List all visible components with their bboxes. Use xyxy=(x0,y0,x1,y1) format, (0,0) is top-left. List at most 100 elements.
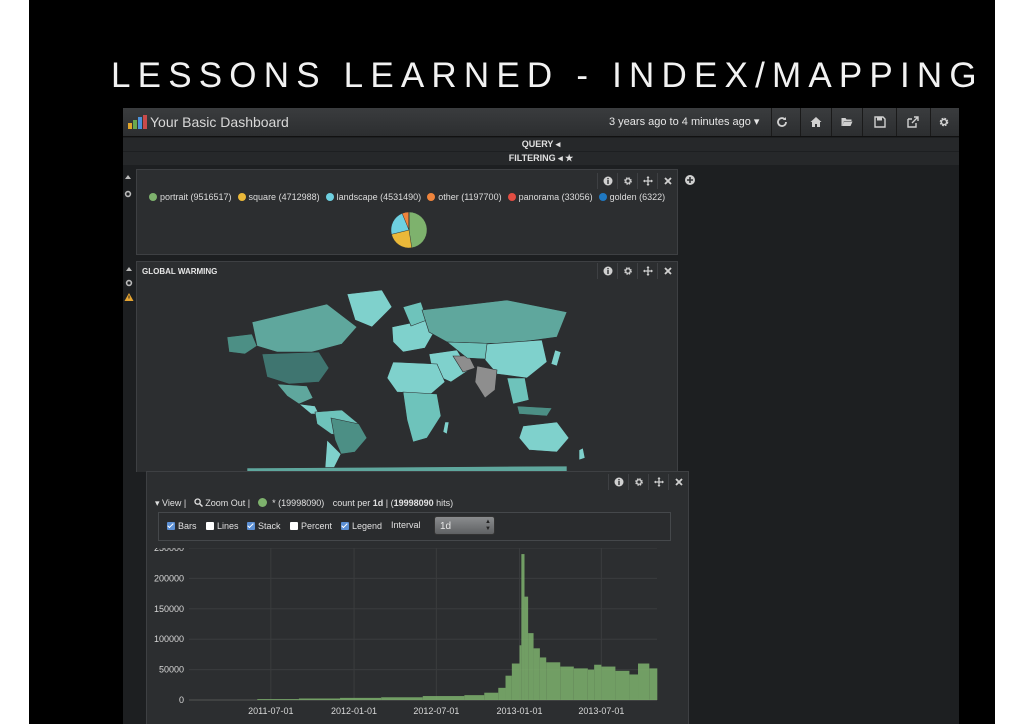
lines-label: Lines xyxy=(217,521,239,531)
save-icon xyxy=(874,116,886,128)
histogram-bar xyxy=(524,596,529,700)
refresh-icon xyxy=(777,117,787,127)
stack-label: Stack xyxy=(258,521,281,531)
bars-option[interactable]: Bars xyxy=(167,521,197,531)
x-tick-label: 2011-07-01 xyxy=(248,706,293,716)
info-button[interactable] xyxy=(597,173,618,189)
y-tick-label: 150000 xyxy=(154,604,184,614)
world-map[interactable] xyxy=(207,282,607,472)
legend-label: Legend xyxy=(352,521,383,531)
configure-button[interactable] xyxy=(628,474,649,490)
legend-label: panorama (33056) xyxy=(518,192,593,202)
histogram-bar xyxy=(298,698,341,700)
configure-button[interactable] xyxy=(617,263,638,279)
histogram-options: Bars Lines Stack Percent Legend Interval… xyxy=(158,512,671,541)
dashboard-title[interactable]: Your Basic Dashboard xyxy=(150,114,289,130)
histogram-bar xyxy=(528,633,534,700)
x-tick-label: 2013-01-01 xyxy=(497,706,543,716)
legend-color-dot xyxy=(507,193,516,201)
slide-title: LESSONS LEARNED - INDEX/MAPPING xyxy=(111,56,984,95)
legend-item[interactable]: landscape (4531490) xyxy=(325,192,421,202)
stack-option[interactable]: Stack xyxy=(247,521,281,531)
share-button[interactable] xyxy=(903,113,923,131)
info-button[interactable] xyxy=(608,474,629,490)
panel-toolbar xyxy=(608,474,688,490)
map-region-africa-south xyxy=(402,391,442,443)
legend-item[interactable]: golden (6322) xyxy=(598,192,666,202)
percent-checkbox[interactable] xyxy=(290,522,298,530)
map-region-southeast-asia xyxy=(506,377,530,405)
add-panel-button[interactable] xyxy=(684,173,696,185)
lines-checkbox[interactable] xyxy=(206,522,214,530)
home-button[interactable] xyxy=(806,113,826,131)
close-button[interactable] xyxy=(668,474,689,490)
view-toggle[interactable]: ▾ View xyxy=(155,498,181,508)
refresh-button[interactable] xyxy=(772,113,792,131)
info-button[interactable] xyxy=(597,263,618,279)
stack-checkbox[interactable] xyxy=(247,522,255,530)
legend-checkbox[interactable] xyxy=(341,522,349,530)
interval-select[interactable]: 1d ▲ ▼ xyxy=(434,516,495,535)
row-controls xyxy=(124,172,132,202)
count-prefix: count per xyxy=(332,498,373,508)
nav-divider xyxy=(831,108,832,136)
legend-item[interactable]: panorama (33056) xyxy=(507,192,593,202)
legend-item[interactable]: portrait (9516517) xyxy=(149,192,232,202)
legend-item[interactable]: other (1197700) xyxy=(427,192,502,202)
lines-option[interactable]: Lines xyxy=(206,521,239,531)
histogram-bar xyxy=(629,674,639,700)
count-interval: 1d xyxy=(372,498,384,508)
legend-option[interactable]: Legend xyxy=(341,521,382,531)
time-range-picker[interactable]: 3 years ago to 4 minutes ago ▾ xyxy=(609,115,759,128)
configure-button[interactable] xyxy=(617,173,638,189)
map-region-greenland xyxy=(346,289,393,328)
slide: LESSONS LEARNED - INDEX/MAPPING Your Bas… xyxy=(29,0,995,724)
settings-button[interactable] xyxy=(934,113,954,131)
legend-color-dot xyxy=(325,193,334,201)
histogram-bar xyxy=(498,687,506,700)
pie-chart xyxy=(390,211,428,249)
percent-option[interactable]: Percent xyxy=(290,521,332,531)
bars-checkbox[interactable] xyxy=(167,522,175,530)
y-tick-label: 50000 xyxy=(159,665,184,675)
zoom-out-button[interactable]: Zoom Out xyxy=(194,498,248,508)
divider: | xyxy=(183,498,192,508)
gear-icon xyxy=(635,478,643,486)
histogram-bar xyxy=(464,695,485,700)
legend-color-dot xyxy=(237,193,246,201)
histogram-bar xyxy=(521,554,525,700)
histogram-bar xyxy=(257,699,299,700)
legend-item[interactable]: square (4712988) xyxy=(237,192,320,202)
histogram-bar xyxy=(340,697,382,700)
row-gear-icon xyxy=(124,190,132,198)
collapse-row-icon xyxy=(125,175,131,179)
histogram-bar xyxy=(601,666,616,700)
move-button[interactable] xyxy=(637,173,658,189)
map-region-japan xyxy=(550,349,562,367)
save-button[interactable] xyxy=(870,113,890,131)
move-button[interactable] xyxy=(637,263,658,279)
map-region-africa-north xyxy=(386,361,446,395)
histogram-bar xyxy=(505,675,512,700)
move-button[interactable] xyxy=(648,474,669,490)
map-region-australia xyxy=(518,421,570,453)
map-region-alaska xyxy=(226,333,258,355)
series-color-dot[interactable] xyxy=(257,498,267,507)
zoom-out-label: Zoom Out xyxy=(205,498,246,508)
load-button[interactable] xyxy=(837,113,857,131)
panel-toolbar xyxy=(597,173,677,189)
histogram-chart[interactable]: 0 50000 100000 150000 200000 250000 2011-07-01… xyxy=(147,548,688,724)
query-bar-toggle[interactable]: QUERY ◂ xyxy=(123,138,959,151)
filtering-bar-toggle[interactable]: FILTERING ◂ ★ xyxy=(123,152,959,165)
close-button[interactable] xyxy=(657,263,678,279)
map-region-india xyxy=(474,365,498,399)
close-icon xyxy=(675,478,683,486)
magnifier-icon xyxy=(194,498,203,508)
histogram-bar xyxy=(533,648,540,700)
select-arrows-icon: ▲ ▼ xyxy=(485,519,491,532)
histogram-panel: ▾ View | Zoom Out | * (19998090) count p… xyxy=(146,471,689,724)
close-button[interactable] xyxy=(657,173,678,189)
y-tick-label: 0 xyxy=(179,695,184,705)
legend-label: golden (6322) xyxy=(609,192,666,202)
histogram-bar xyxy=(519,645,522,700)
